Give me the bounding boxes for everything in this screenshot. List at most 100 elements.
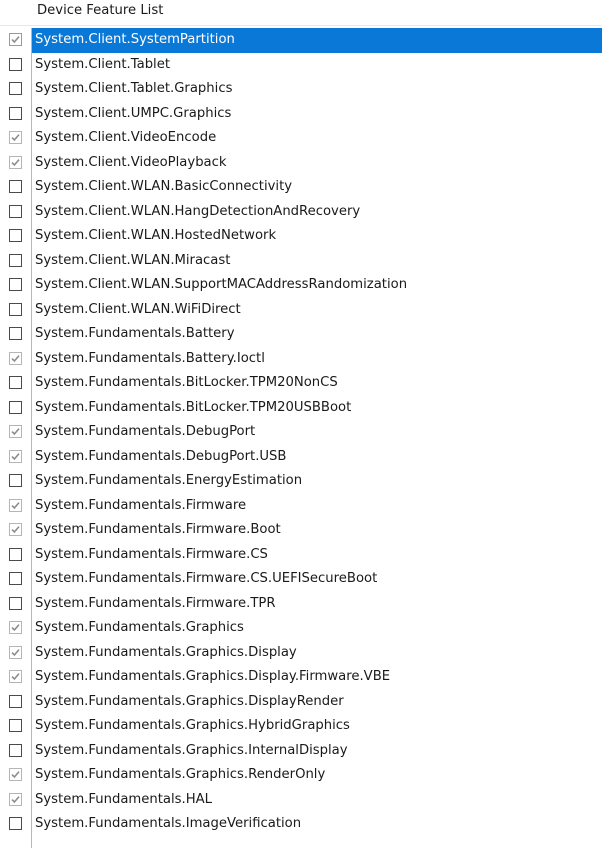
feature-cell[interactable]: System.Fundamentals.ImageVerification: [32, 812, 602, 837]
feature-cell[interactable]: System.Client.SystemPartition: [32, 28, 602, 53]
feature-row[interactable]: System.Fundamentals.Firmware.CS: [0, 543, 602, 568]
checkbox-checked[interactable]: [9, 792, 22, 806]
feature-row[interactable]: System.Client.WLAN.WiFiDirect: [0, 298, 602, 323]
checkbox-unchecked[interactable]: [9, 302, 22, 316]
feature-cell[interactable]: System.Fundamentals.Graphics.HybridGraph…: [32, 714, 602, 739]
checkbox-checked[interactable]: [9, 351, 22, 365]
feature-cell[interactable]: System.Fundamentals.DebugPort: [32, 420, 602, 445]
checkbox-unchecked[interactable]: [9, 229, 22, 242]
checkbox-checked[interactable]: [9, 498, 22, 512]
feature-row[interactable]: System.Fundamentals.Graphics: [0, 616, 602, 641]
checkbox-unchecked[interactable]: [9, 572, 22, 585]
feature-cell[interactable]: System.Fundamentals.Firmware.CS: [32, 543, 602, 568]
feature-row[interactable]: System.Fundamentals.Graphics.RenderOnly: [0, 763, 602, 788]
feature-cell[interactable]: System.Fundamentals.Firmware: [32, 494, 602, 519]
feature-cell[interactable]: System.Client.WLAN.WiFiDirect: [32, 298, 602, 323]
checkbox-unchecked[interactable]: [9, 82, 22, 95]
feature-row[interactable]: System.Fundamentals.BitLocker.TPM20USBBo…: [0, 396, 602, 421]
feature-row[interactable]: System.Fundamentals.Graphics.HybridGraph…: [0, 714, 602, 739]
feature-row[interactable]: System.Client.SystemPartition: [0, 28, 602, 53]
feature-cell[interactable]: System.Fundamentals.EnergyEstimation: [32, 469, 602, 494]
feature-row[interactable]: System.Client.VideoEncode: [0, 126, 602, 151]
feature-cell[interactable]: System.Client.Tablet: [32, 53, 602, 78]
checkbox-unchecked[interactable]: [9, 743, 22, 757]
feature-row[interactable]: System.Fundamentals.Firmware.TPR: [0, 592, 602, 617]
checkbox-unchecked[interactable]: [9, 327, 22, 340]
checkbox-unchecked[interactable]: [9, 596, 22, 610]
feature-row[interactable]: System.Client.Tablet.Graphics: [0, 77, 602, 102]
feature-row[interactable]: System.Fundamentals.Graphics.DisplayRend…: [0, 690, 602, 715]
feature-cell[interactable]: System.Fundamentals.Graphics.InternalDis…: [32, 739, 602, 764]
feature-cell[interactable]: System.Fundamentals.Battery: [32, 322, 602, 347]
feature-row[interactable]: System.Fundamentals.Firmware: [0, 494, 602, 519]
feature-cell[interactable]: System.Client.VideoEncode: [32, 126, 602, 151]
feature-row[interactable]: System.Fundamentals.Graphics.Display.Fir…: [0, 665, 602, 690]
feature-row[interactable]: System.Fundamentals.Graphics.Display: [0, 641, 602, 666]
checkbox-unchecked[interactable]: [9, 400, 22, 414]
feature-cell[interactable]: System.Fundamentals.HAL: [32, 788, 602, 813]
checkbox-checked[interactable]: [9, 131, 22, 144]
feature-cell[interactable]: System.Client.Tablet.Graphics: [32, 77, 602, 102]
checkbox-unchecked[interactable]: [9, 204, 22, 218]
feature-cell[interactable]: System.Fundamentals.BitLocker.TPM20NonCS: [32, 371, 602, 396]
checkbox-checked[interactable]: [9, 768, 22, 781]
feature-cell[interactable]: System.Client.WLAN.HostedNetwork: [32, 224, 602, 249]
checkbox-checked[interactable]: [9, 33, 22, 46]
checkbox-checked[interactable]: [9, 449, 22, 463]
feature-cell[interactable]: System.Client.WLAN.HangDetectionAndRecov…: [32, 200, 602, 225]
list-header[interactable]: Device Feature List: [0, 0, 602, 26]
feature-row[interactable]: System.Client.WLAN.HangDetectionAndRecov…: [0, 200, 602, 225]
checkbox-unchecked[interactable]: [9, 817, 22, 830]
feature-row[interactable]: System.Fundamentals.EnergyEstimation: [0, 469, 602, 494]
feature-row[interactable]: System.Fundamentals.DebugPort: [0, 420, 602, 445]
feature-cell[interactable]: System.Client.WLAN.BasicConnectivity: [32, 175, 602, 200]
feature-row[interactable]: System.Client.Tablet: [0, 53, 602, 78]
checkbox-unchecked[interactable]: [9, 547, 22, 561]
checkbox-checked[interactable]: [9, 523, 22, 536]
checkbox-unchecked[interactable]: [9, 253, 22, 267]
feature-cell[interactable]: System.Fundamentals.Firmware.CS.UEFISecu…: [32, 567, 602, 592]
feature-row[interactable]: System.Fundamentals.HAL: [0, 788, 602, 813]
feature-row[interactable]: System.Fundamentals.Battery.Ioctl: [0, 347, 602, 372]
feature-cell[interactable]: System.Client.VideoPlayback: [32, 151, 602, 176]
feature-cell[interactable]: System.Fundamentals.Graphics: [32, 616, 602, 641]
checkbox-unchecked[interactable]: [9, 106, 22, 120]
feature-cell[interactable]: System.Fundamentals.Graphics.DisplayRend…: [32, 690, 602, 715]
feature-row[interactable]: System.Fundamentals.Graphics.InternalDis…: [0, 739, 602, 764]
feature-row[interactable]: System.Fundamentals.DebugPort.USB: [0, 445, 602, 470]
feature-row[interactable]: System.Fundamentals.Firmware.CS.UEFISecu…: [0, 567, 602, 592]
feature-row[interactable]: System.Client.WLAN.BasicConnectivity: [0, 175, 602, 200]
checkbox-unchecked[interactable]: [9, 376, 22, 389]
feature-row[interactable]: System.Client.WLAN.HostedNetwork: [0, 224, 602, 249]
checkbox-unchecked[interactable]: [9, 719, 22, 732]
feature-cell[interactable]: System.Client.UMPC.Graphics: [32, 102, 602, 127]
feature-cell[interactable]: System.Client.WLAN.Miracast: [32, 249, 602, 274]
feature-cell[interactable]: System.Fundamentals.DebugPort.USB: [32, 445, 602, 470]
checkbox-checked[interactable]: [9, 670, 22, 683]
feature-cell[interactable]: System.Client.WLAN.SupportMACAddressRand…: [32, 273, 602, 298]
feature-cell[interactable]: System.Fundamentals.Battery.Ioctl: [32, 347, 602, 372]
feature-row[interactable]: System.Client.UMPC.Graphics: [0, 102, 602, 127]
checkbox-unchecked[interactable]: [9, 278, 22, 291]
feature-row[interactable]: System.Fundamentals.BitLocker.TPM20NonCS: [0, 371, 602, 396]
feature-cell[interactable]: System.Fundamentals.Firmware.Boot: [32, 518, 602, 543]
checkbox-unchecked[interactable]: [9, 474, 22, 487]
checkbox-checked[interactable]: [9, 425, 22, 438]
checkbox-checked[interactable]: [9, 645, 22, 659]
feature-row[interactable]: System.Fundamentals.ImageVerification: [0, 812, 602, 837]
checkbox-unchecked[interactable]: [9, 694, 22, 708]
feature-row[interactable]: System.Fundamentals.Battery: [0, 322, 602, 347]
feature-row[interactable]: System.Client.WLAN.Miracast: [0, 249, 602, 274]
checkbox-unchecked[interactable]: [9, 57, 22, 71]
feature-row[interactable]: System.Client.WLAN.SupportMACAddressRand…: [0, 273, 602, 298]
feature-cell[interactable]: System.Fundamentals.BitLocker.TPM20USBBo…: [32, 396, 602, 421]
checkbox-checked[interactable]: [9, 155, 22, 169]
checkbox-checked[interactable]: [9, 621, 22, 634]
feature-cell[interactable]: System.Fundamentals.Graphics.RenderOnly: [32, 763, 602, 788]
feature-row[interactable]: System.Fundamentals.Firmware.Boot: [0, 518, 602, 543]
checkbox-unchecked[interactable]: [9, 180, 22, 193]
feature-cell[interactable]: System.Fundamentals.Firmware.TPR: [32, 592, 602, 617]
feature-row[interactable]: System.Client.VideoPlayback: [0, 151, 602, 176]
feature-cell[interactable]: System.Fundamentals.Graphics.Display.Fir…: [32, 665, 602, 690]
feature-cell[interactable]: System.Fundamentals.Graphics.Display: [32, 641, 602, 666]
